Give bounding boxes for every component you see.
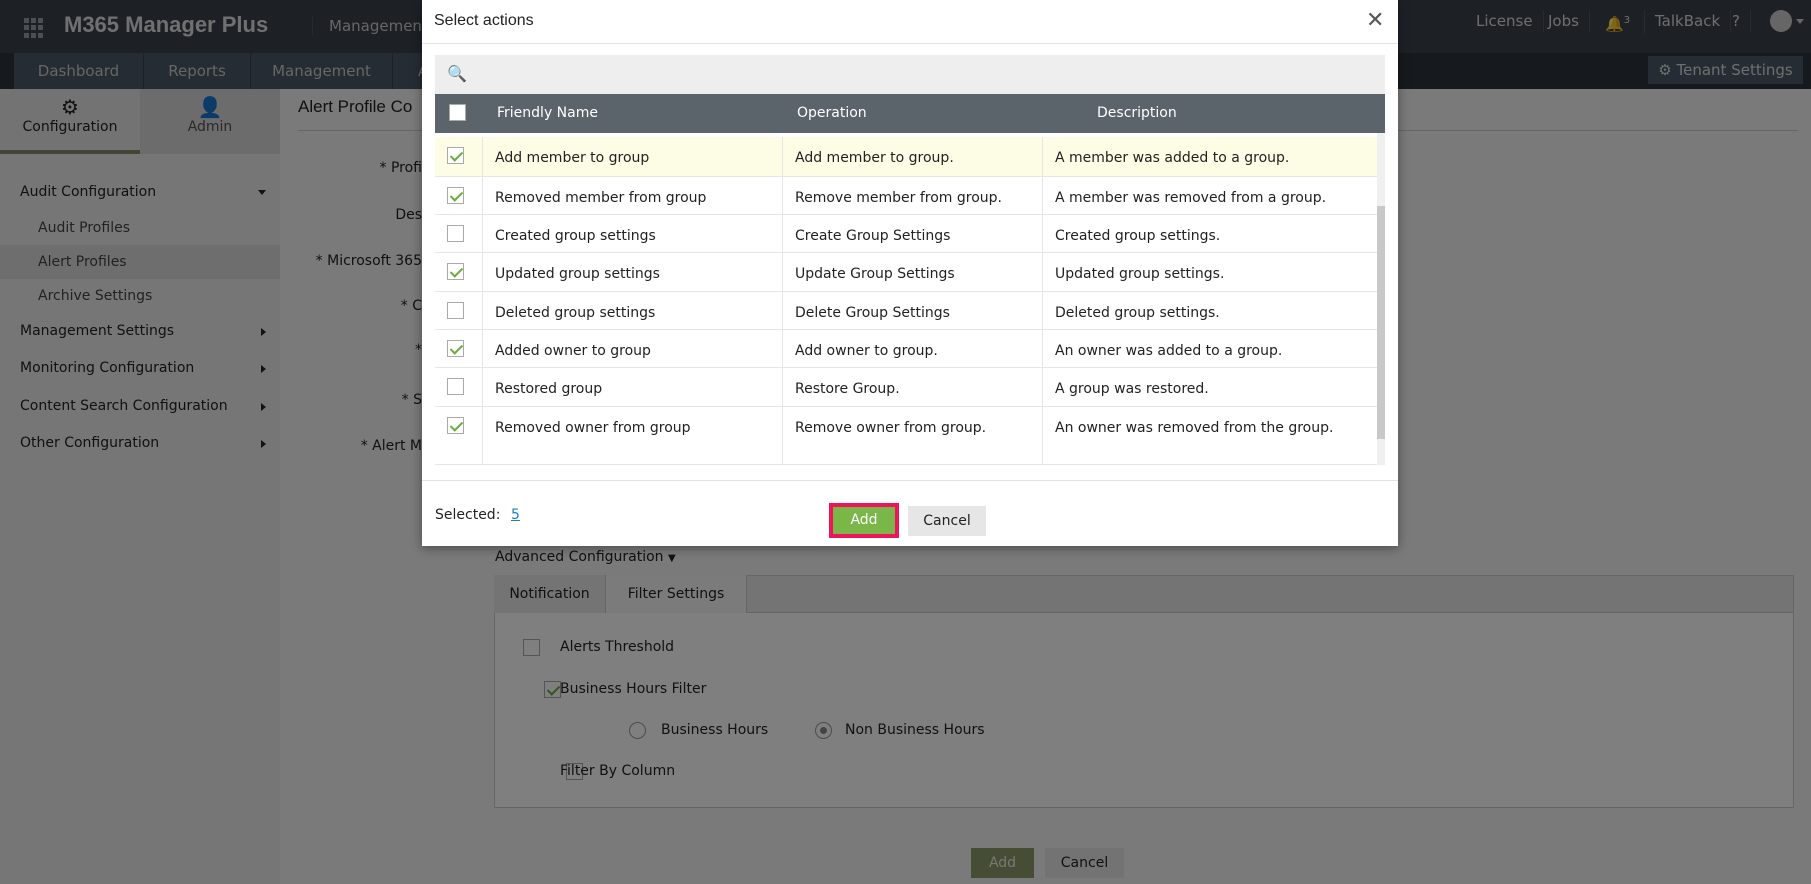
row-checkbox-cell (435, 368, 483, 406)
table-row[interactable]: Restored group Restore Group. A group was … (435, 368, 1377, 407)
scrollbar-track[interactable] (1377, 133, 1385, 465)
operation-cell: Add member to group. (783, 137, 1043, 176)
description-cell: A member was added to a group. (1055, 150, 1290, 166)
row-checkbox[interactable] (447, 147, 464, 164)
operation-cell: Create Group Settings (783, 215, 1043, 252)
selected-count-link[interactable]: 5 (511, 507, 520, 523)
table-row[interactable]: Added owner to group Add owner to group. A… (435, 330, 1377, 368)
scrollbar-thumb[interactable] (1377, 206, 1385, 439)
table-row[interactable]: Created group settings Create Group Setti… (435, 215, 1377, 253)
add-button[interactable]: Add (833, 507, 895, 534)
row-checkbox-cell (435, 253, 483, 291)
row-checkbox-cell (435, 215, 483, 252)
column-header-friendly-name[interactable]: Friendly Name (483, 94, 598, 133)
row-checkbox[interactable] (447, 225, 464, 242)
description-cell: Created group settings. (1055, 228, 1221, 244)
operation-cell: Delete Group Settings (783, 292, 1043, 329)
row-checkbox[interactable] (447, 378, 464, 395)
operation-cell: Restore Group. (783, 368, 1043, 406)
search-bar[interactable]: 🔍 (435, 55, 1385, 94)
description-cell: A member was removed from a group. (1055, 190, 1327, 206)
friendly-name-cell: Updated group settings (483, 253, 783, 291)
select-actions-dialog: Select actions ✕ 🔍 Friendly Name Operati… (422, 0, 1398, 546)
description-cell: Updated group settings. (1055, 266, 1225, 282)
operation-cell: Remove owner from group. (783, 407, 1043, 464)
row-checkbox[interactable] (447, 187, 464, 204)
selected-count-label: Selected: (435, 507, 501, 523)
friendly-name-cell: Add member to group (483, 137, 783, 176)
column-header-description[interactable]: Description (1083, 94, 1177, 133)
table-row[interactable]: Removed member from group Remove member f… (435, 177, 1377, 215)
row-checkbox[interactable] (447, 417, 464, 434)
description-cell: Deleted group settings. (1055, 305, 1220, 321)
operation-cell: Update Group Settings (783, 253, 1043, 291)
friendly-name-cell: Created group settings (483, 215, 783, 252)
row-checkbox-cell (435, 292, 483, 329)
friendly-name-cell: Added owner to group (483, 330, 783, 367)
row-checkbox-cell (435, 407, 483, 464)
row-checkbox[interactable] (447, 302, 464, 319)
column-header-operation[interactable]: Operation (783, 94, 867, 133)
operation-cell: Remove member from group. (783, 177, 1043, 214)
dialog-title: Select actions (434, 12, 534, 29)
search-icon[interactable]: 🔍 (447, 64, 467, 83)
friendly-name-cell: Removed owner from group (483, 407, 783, 464)
row-checkbox-cell (435, 177, 483, 214)
table-row[interactable]: Add member to group Add member to group. A… (435, 137, 1377, 177)
row-checkbox-cell (435, 330, 483, 367)
description-cell: A group was restored. (1055, 381, 1209, 397)
operation-cell: Add owner to group. (783, 330, 1043, 367)
friendly-name-cell: Removed member from group (483, 177, 783, 214)
select-all-checkbox[interactable] (449, 104, 466, 121)
cancel-button[interactable]: Cancel (908, 506, 986, 536)
row-checkbox[interactable] (447, 263, 464, 280)
description-cell: An owner was removed from the group. (1055, 420, 1334, 436)
friendly-name-cell: Restored group (483, 368, 783, 406)
header-divider (422, 43, 1398, 44)
row-checkbox-cell (435, 137, 483, 176)
table-row[interactable]: Deleted group settings Delete Group Setti… (435, 292, 1377, 330)
row-checkbox[interactable] (447, 340, 464, 357)
table-row[interactable]: Updated group settings Update Group Setti… (435, 253, 1377, 292)
table-row[interactable]: Removed owner from group Remove owner fro… (435, 407, 1377, 465)
description-cell: An owner was added to a group. (1055, 343, 1283, 359)
friendly-name-cell: Deleted group settings (483, 292, 783, 329)
close-icon[interactable]: ✕ (1366, 8, 1384, 33)
footer-divider (422, 480, 1398, 481)
